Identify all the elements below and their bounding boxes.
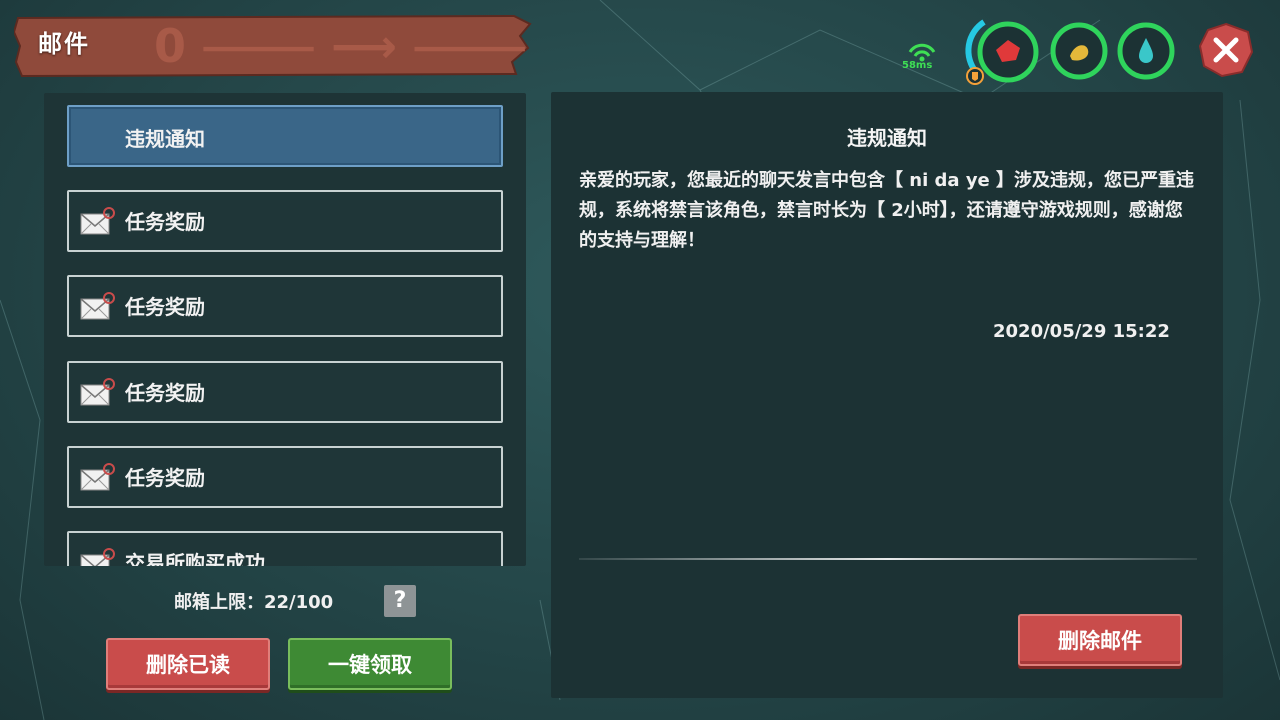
mail-item-label: 任务奖励 [125,466,205,490]
stomach-icon [1050,22,1108,80]
envelope-icon [80,548,115,566]
mail-item-label: 交易所购买成功 [125,551,265,566]
envelope-icon [80,292,115,320]
mail-item-task-reward[interactable]: 任务奖励 [67,361,503,423]
mail-item-task-reward[interactable]: 任务奖励 [67,446,503,508]
envelope-icon [80,207,115,235]
claim-all-button[interactable]: 一键领取 [288,638,452,690]
delete-mail-button[interactable]: 删除邮件 [1018,614,1182,666]
mail-detail-date: 2020/05/29 15:22 [993,321,1170,342]
delete-read-button[interactable]: 删除已读 [106,638,270,690]
help-button[interactable]: ? [384,585,416,617]
water-drop-icon [1117,22,1175,80]
health-stat [965,19,1039,85]
mail-item-task-reward[interactable]: 任务奖励 [67,190,503,252]
title-banner: 0 ⸻ ⟶ ⸻ [14,14,532,78]
envelope-icon [80,378,115,406]
mail-item-label: 任务奖励 [125,295,205,319]
svg-text:0 ⸻ ⟶ ⸻: 0 ⸻ ⟶ ⸻ [154,19,526,73]
mail-item-exchange-purchase[interactable]: 交易所购买成功 [67,531,503,566]
ping-value: 58ms [902,60,933,71]
divider [579,558,1197,560]
page-title: 邮件 [38,30,90,58]
close-button[interactable] [1198,22,1254,78]
mail-item-task-reward[interactable]: 任务奖励 [67,275,503,337]
mail-item-label: 违规通知 [125,127,205,151]
mail-detail-body: 亲爱的玩家，您最近的聊天发言中包含【 ni da ye 】涉及违规，您已严重违规… [579,170,1195,251]
mail-list-panel[interactable]: 违规通知 任务奖励 任务奖励 任务奖励 任务奖励 交易所购买成功 [44,93,526,566]
mail-item-label: 任务奖励 [125,381,205,405]
envelope-icon [80,463,115,491]
mailbox-capacity: 邮箱上限：22/100 [174,592,334,613]
mail-item-violation-notice[interactable]: 违规通知 [67,105,503,167]
mail-item-label: 任务奖励 [125,210,205,234]
mail-detail-title: 违规通知 [847,126,927,150]
